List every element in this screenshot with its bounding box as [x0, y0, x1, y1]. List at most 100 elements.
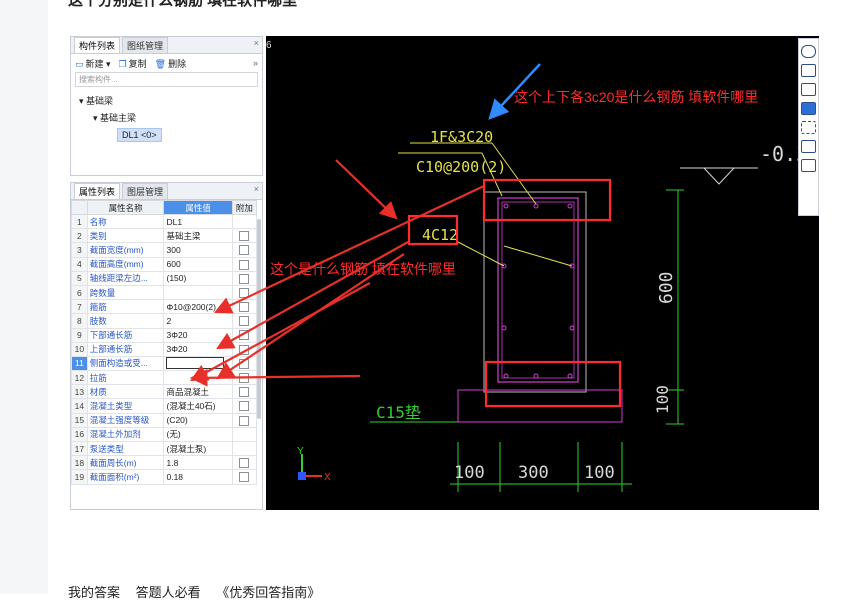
new-button[interactable]: ▭ 新建 ▾ — [75, 57, 111, 70]
extra-checkbox[interactable] — [239, 330, 250, 341]
property-row[interactable]: 2 类别 基础主梁 — [71, 228, 258, 244]
property-name: 侧面构造或受... — [86, 355, 165, 372]
property-name: 名称 — [86, 213, 165, 230]
copy-label: 复制 — [128, 58, 147, 69]
fit-view-icon[interactable] — [801, 121, 816, 134]
property-row[interactable]: 6 跨数量 — [71, 284, 258, 301]
extra-checkbox[interactable] — [239, 472, 250, 483]
close-icon[interactable]: × — [254, 38, 259, 48]
property-row[interactable]: 8 肢数 2 — [71, 313, 258, 329]
more-icon[interactable]: » — [253, 58, 258, 68]
property-row[interactable]: 15 混凝土强度等级 (C20) — [71, 412, 258, 428]
property-value[interactable]: 2 — [163, 313, 233, 329]
property-row[interactable]: 12 拉筋 — [71, 370, 258, 386]
property-value[interactable]: DL1 — [163, 213, 233, 230]
solid-view-icon[interactable] — [801, 102, 816, 115]
dim-width-right: 100 — [584, 463, 615, 483]
side-bar-leader-a — [457, 241, 505, 267]
property-row[interactable]: 5 轴线距梁左边... (150) — [71, 270, 258, 286]
extra-checkbox[interactable] — [239, 273, 250, 284]
tab-property-list[interactable]: 属性列表 — [74, 183, 121, 199]
extra-checkbox[interactable] — [239, 401, 250, 412]
must-read-link[interactable]: 答题人必看 — [136, 585, 201, 600]
row-index: 16 — [71, 426, 88, 443]
property-value[interactable] — [163, 284, 233, 301]
rebar-dots — [501, 203, 575, 379]
cad-svg: 6 -0.3 1F&3C20 C10@200(2) 4C12 C15垫 600 … — [266, 40, 808, 492]
extra-checkbox[interactable] — [239, 259, 250, 270]
property-row[interactable]: 4 截面高度(mm) 600 — [71, 256, 258, 272]
extra-checkbox[interactable] — [239, 415, 250, 426]
shaded-view-icon[interactable] — [801, 140, 816, 153]
extra-checkbox[interactable] — [239, 302, 250, 313]
property-value[interactable]: (150) — [163, 270, 233, 286]
extra-cell — [231, 299, 258, 315]
property-value[interactable]: 商品混凝土 — [163, 384, 233, 400]
tab-drawing-management[interactable]: 图纸管理 — [122, 37, 169, 53]
property-row[interactable]: 3 截面宽度(mm) 300 — [71, 242, 258, 258]
delete-button[interactable]: 🗑 删除 — [155, 57, 186, 70]
property-row[interactable]: 11 侧面构造或受... — [71, 355, 258, 372]
property-row[interactable]: 16 混凝土外加剂 (无) — [71, 426, 258, 443]
tree-node-root[interactable]: ▾ 基础梁 — [79, 93, 262, 110]
extra-cell — [231, 455, 258, 471]
guide-link[interactable]: 《优秀回答指南》 — [216, 585, 320, 600]
property-value[interactable]: 基础主梁 — [163, 228, 233, 244]
property-value[interactable]: 3Φ20 — [163, 327, 233, 343]
property-value[interactable]: Φ10@200(2) — [163, 299, 233, 315]
extra-checkbox[interactable] — [239, 358, 250, 369]
extra-checkbox[interactable] — [239, 387, 250, 398]
property-value[interactable]: (C20) — [163, 412, 233, 428]
edge-mark: 6 — [266, 40, 272, 51]
layer-view-icon[interactable] — [801, 159, 816, 172]
property-value[interactable] — [163, 355, 233, 372]
extra-checkbox[interactable] — [239, 287, 250, 298]
property-value-editor[interactable] — [166, 357, 225, 370]
property-scrollbar[interactable] — [257, 219, 261, 419]
property-value[interactable]: 300 — [163, 242, 233, 258]
header-name: 属性名称 — [86, 200, 165, 215]
property-row[interactable]: 17 泵送类型 (混凝土泵) — [71, 440, 258, 457]
property-row[interactable]: 1 名称 DL1 — [71, 213, 258, 230]
property-name: 混凝土外加剂 — [86, 426, 165, 443]
label-top-bars: 1F&3C20 — [430, 128, 493, 146]
property-name: 截面周长(m) — [86, 455, 165, 471]
property-row[interactable]: 19 截面面积(m²) 0.18 — [71, 469, 258, 485]
tree-child-label: 基础主梁 — [100, 113, 137, 123]
extra-checkbox[interactable] — [239, 344, 250, 355]
property-value[interactable]: 1.8 — [163, 455, 233, 471]
annotation-top: 这个上下各3c20是什么钢筋 填软件哪里 — [514, 89, 758, 105]
extra-checkbox[interactable] — [239, 458, 250, 469]
property-value[interactable]: 0.18 — [163, 469, 233, 485]
component-search-input[interactable]: 搜索构件... — [75, 72, 258, 87]
property-value[interactable] — [163, 370, 233, 386]
arrow-to-side-label — [335, 159, 398, 220]
cad-drawing-canvas[interactable]: 6 -0.3 1F&3C20 C10@200(2) 4C12 C15垫 600 … — [266, 36, 819, 510]
tree-node-item[interactable]: DL1 <0> — [79, 127, 262, 144]
property-row[interactable]: 13 材质 商品混凝土 — [71, 384, 258, 400]
view-box-icon[interactable] — [801, 83, 816, 96]
extra-checkbox[interactable] — [239, 373, 250, 384]
extra-checkbox[interactable] — [239, 316, 250, 327]
my-answer-link[interactable]: 我的答案 — [68, 585, 120, 600]
property-value[interactable]: (混凝土泵) — [163, 440, 233, 457]
property-row[interactable]: 18 截面周长(m) 1.8 — [71, 455, 258, 471]
tab-component-list[interactable]: 构件列表 — [74, 37, 121, 53]
rotate-icon[interactable] — [801, 45, 816, 58]
tree-node-child[interactable]: ▾ 基础主梁 — [79, 110, 262, 127]
tab-layer-management[interactable]: 图层管理 — [122, 183, 169, 199]
extra-checkbox[interactable] — [239, 245, 250, 256]
cube-icon[interactable] — [801, 64, 816, 77]
property-row[interactable]: 9 下部通长筋 3Φ20 — [71, 327, 258, 343]
close-icon[interactable]: × — [254, 184, 259, 194]
copy-button[interactable]: ❐ 复制 — [119, 57, 147, 70]
property-row[interactable]: 14 混凝土类型 (混凝土40石) — [71, 398, 258, 414]
extra-cell — [231, 426, 258, 443]
property-value[interactable]: (无) — [163, 426, 233, 443]
property-row[interactable]: 7 箍筋 Φ10@200(2) — [71, 299, 258, 315]
extra-checkbox[interactable] — [239, 231, 250, 242]
property-value[interactable]: (混凝土40石) — [163, 398, 233, 414]
property-value[interactable]: 3Φ20 — [163, 341, 233, 357]
property-value[interactable]: 600 — [163, 256, 233, 272]
property-row[interactable]: 10 上部通长筋 3Φ20 — [71, 341, 258, 357]
